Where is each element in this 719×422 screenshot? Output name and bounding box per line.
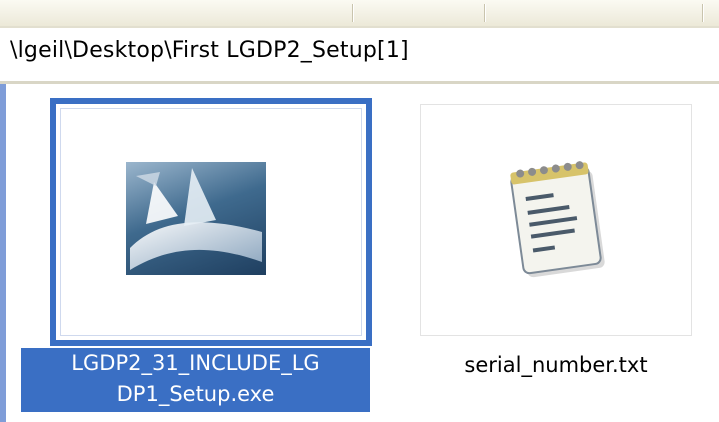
- left-edge-bar: [0, 84, 6, 422]
- address-bar[interactable]: \lgeil\Desktop\First LGDP2_Setup[1]: [0, 26, 719, 84]
- notepad-text-file-icon: [510, 161, 605, 278]
- toolbar-separator: [702, 4, 704, 22]
- file-name-label[interactable]: serial_number.txt: [420, 350, 692, 381]
- file-thumbnail-serial-number[interactable]: [420, 104, 692, 336]
- toolbar: [0, 0, 719, 27]
- address-path[interactable]: \lgeil\Desktop\First LGDP2_Setup[1]: [10, 38, 409, 63]
- setup-installer-graphic: [130, 168, 262, 270]
- toolbar-separator: [484, 4, 486, 22]
- file-name-line-1: LGDP2_31_INCLUDE_LG: [71, 351, 320, 375]
- file-name-label-selected[interactable]: LGDP2_31_INCLUDE_LG DP1_Setup.exe: [21, 348, 370, 412]
- toolbar-separator: [352, 4, 354, 22]
- file-name-line-2: DP1_Setup.exe: [116, 382, 275, 406]
- setup-installer-icon: [126, 162, 266, 275]
